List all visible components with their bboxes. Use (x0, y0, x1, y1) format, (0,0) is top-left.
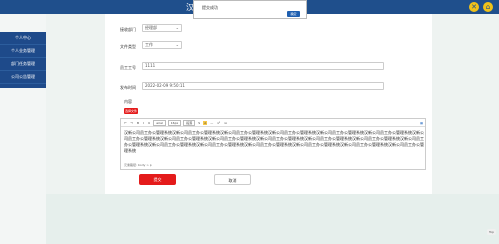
strikethrough-icon[interactable]: S (197, 121, 201, 125)
chevron-down-icon: ⌄ (175, 42, 179, 47)
font-size-select[interactable]: 16px (167, 119, 182, 126)
dialog-ok-button[interactable]: 确定 (287, 11, 300, 17)
bold-icon[interactable]: B (136, 121, 140, 125)
type-select[interactable]: 工作 ⌄ (142, 41, 182, 49)
title-label: 员工工号 (120, 65, 136, 70)
home-icon[interactable]: ⌂ (483, 2, 493, 12)
font-family-select[interactable]: arial (153, 119, 166, 126)
close-icon[interactable]: ✕ (469, 2, 479, 12)
heading-select[interactable]: 段落 (183, 119, 196, 126)
rich-text-editor[interactable]: ↶ ↷ B I U arial 16px 段落 S A — x² x₂ ▦ 汉新… (120, 118, 426, 170)
chevron-down-icon: ⌄ (175, 25, 179, 30)
highlight-icon[interactable]: A (203, 120, 208, 125)
cancel-button[interactable]: 取消 (214, 174, 251, 185)
sidebar-item-personal-center[interactable]: 个人中心 (0, 32, 46, 45)
dept-select[interactable]: 经理部 ⌄ (142, 24, 182, 32)
table-icon[interactable]: ▦ (420, 121, 423, 125)
editor-content[interactable]: 汉新公司员工办公管理系统汉新公司员工办公管理系统汉新公司员工办公管理系统汉新公司… (124, 130, 424, 154)
editor-element-path: 元素路径: body > p (124, 163, 152, 167)
superscript-icon[interactable]: x² (216, 121, 221, 125)
content-editor-section: 内容 选择文件 ↶ ↷ B I U arial 16px 段落 S A — x²… (120, 99, 426, 172)
subscript-icon[interactable]: x₂ (223, 121, 228, 125)
editor-toolbar: ↶ ↷ B I U arial 16px 段落 S A — x² x₂ ▦ (121, 119, 425, 127)
time-label: 发布时间 (120, 85, 136, 90)
dialog-message: 提交成功 (202, 5, 218, 10)
type-value: 工作 (145, 42, 153, 47)
success-dialog: 提交成功 确定 (193, 0, 307, 19)
sidebar-menu: 个人中心 个人业务管理 部门任务管理 公司公告管理 (0, 32, 46, 88)
horizontal-rule-icon[interactable]: — (209, 121, 214, 125)
dept-label: 接收部门 (120, 27, 136, 32)
dept-value: 经理部 (145, 25, 157, 30)
sidebar: 个人中心 个人业务管理 部门任务管理 公司公告管理 (0, 14, 46, 244)
upload-file-button[interactable]: 选择文件 (124, 108, 138, 114)
sidebar-item-announcements[interactable]: 公司公告管理 (0, 71, 46, 84)
sidebar-item-dept-tasks[interactable]: 部门任务管理 (0, 58, 46, 71)
back-to-top-button[interactable]: Top (486, 229, 496, 235)
redo-icon[interactable]: ↷ (130, 121, 135, 125)
content-label: 内容 (124, 99, 132, 104)
sidebar-item-personal-business[interactable]: 个人业务管理 (0, 45, 46, 58)
italic-icon[interactable]: I (142, 121, 145, 125)
time-input[interactable]: 2022-02-09 9:50:11 (142, 82, 384, 90)
type-label: 文件类型 (120, 44, 136, 49)
title-input[interactable]: 1111 (142, 62, 384, 70)
footer-area (46, 194, 499, 244)
undo-icon[interactable]: ↶ (123, 121, 128, 125)
underline-icon[interactable]: U (147, 121, 151, 125)
submit-button[interactable]: 提交 (139, 174, 176, 185)
